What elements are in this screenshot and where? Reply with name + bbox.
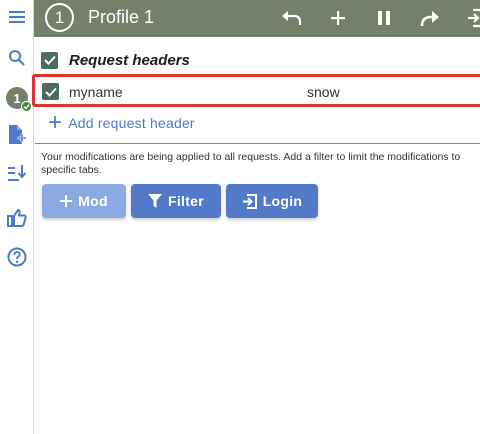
info-message: Your modifications are being applied to … xyxy=(41,151,461,176)
section-title: Request headers xyxy=(69,51,190,69)
help-button[interactable] xyxy=(0,242,34,272)
header-name-field[interactable]: myname xyxy=(69,84,123,100)
profile-title[interactable]: Profile 1 xyxy=(88,7,154,28)
thumbs-up-icon xyxy=(7,209,27,227)
add-file-icon xyxy=(9,125,27,144)
check-icon xyxy=(21,101,32,112)
menu-button[interactable] xyxy=(0,2,34,32)
check-icon xyxy=(43,55,56,65)
pause-icon xyxy=(378,11,390,25)
login-icon xyxy=(242,193,257,209)
header-value-field[interactable]: snow xyxy=(307,84,340,100)
header-row: myname snow xyxy=(32,74,480,107)
undo-button[interactable] xyxy=(279,5,305,31)
profile-badge-number: 1 xyxy=(13,90,21,106)
export-icon xyxy=(468,8,480,28)
add-request-header-label: Add request header xyxy=(68,115,195,131)
rate-button[interactable] xyxy=(0,203,34,233)
check-icon xyxy=(44,87,57,97)
mod-label: Mod xyxy=(78,193,108,209)
search-button[interactable] xyxy=(0,43,34,73)
header-enabled-checkbox[interactable] xyxy=(42,83,59,100)
redo-icon xyxy=(420,11,439,27)
help-icon xyxy=(7,247,27,267)
sidebar: 1 xyxy=(0,0,34,434)
sort-button[interactable] xyxy=(0,158,34,188)
profile-badge: 1 xyxy=(6,87,32,112)
menu-icon xyxy=(9,11,25,23)
profile-number: 1 xyxy=(54,7,65,27)
sort-icon xyxy=(8,165,27,181)
filter-label: Filter xyxy=(167,193,205,209)
add-mod-button[interactable]: Mod xyxy=(42,184,126,218)
profile-number-badge[interactable]: 1 xyxy=(45,3,74,32)
plus-icon xyxy=(60,195,73,207)
top-bar: 1 Profile 1 xyxy=(34,0,480,37)
request-headers-checkbox[interactable] xyxy=(41,51,58,69)
export-button[interactable] xyxy=(462,5,480,31)
add-icon xyxy=(331,11,345,25)
add-file-button[interactable] xyxy=(0,120,34,150)
redo-button[interactable] xyxy=(417,5,443,31)
add-filter-button[interactable]: Filter xyxy=(131,184,221,218)
divider xyxy=(35,143,480,144)
undo-icon xyxy=(282,11,302,25)
add-button[interactable] xyxy=(325,5,351,31)
login-button[interactable]: Login xyxy=(226,184,318,218)
add-request-header-button[interactable]: + Add request header xyxy=(48,109,195,136)
login-label: Login xyxy=(262,193,303,209)
request-headers-header: Request headers xyxy=(41,50,190,70)
filter-icon xyxy=(147,194,162,208)
profile-tab[interactable]: 1 xyxy=(0,83,34,113)
pause-button[interactable] xyxy=(371,5,397,31)
search-icon xyxy=(9,50,25,66)
plus-icon: + xyxy=(48,109,63,136)
